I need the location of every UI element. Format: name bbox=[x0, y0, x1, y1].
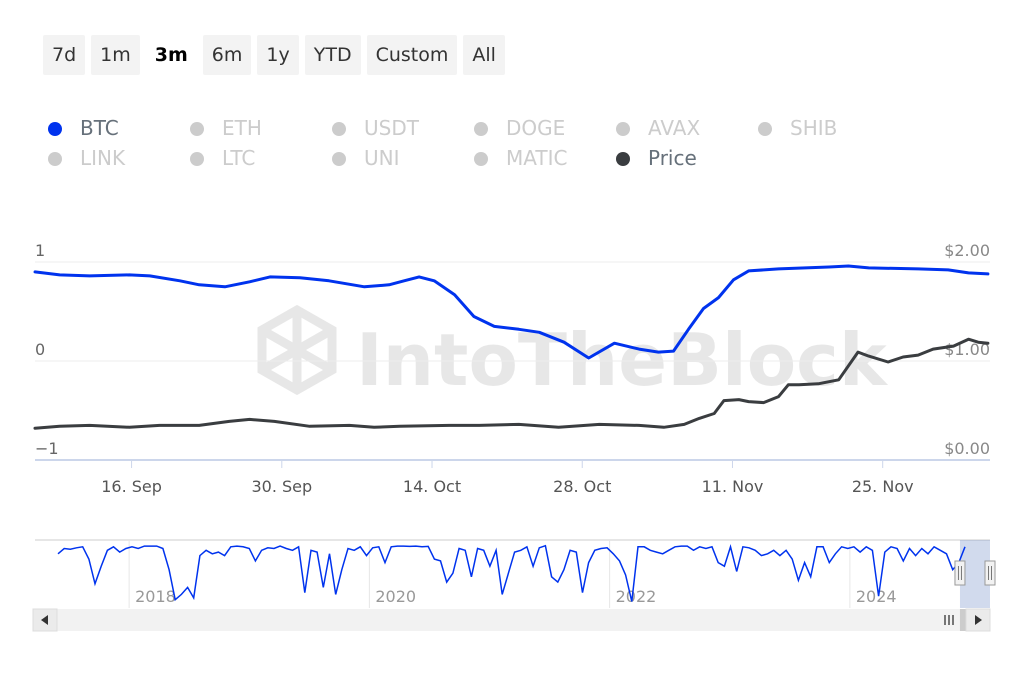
scroll-left-button[interactable] bbox=[32, 608, 58, 632]
scrollbar-track[interactable] bbox=[33, 609, 990, 631]
handle-grip-icon bbox=[954, 560, 966, 586]
watermark-logo-icon bbox=[257, 304, 337, 396]
y-right-tick-label: $0.00 bbox=[944, 439, 990, 458]
x-tick-label: 16. Sep bbox=[101, 477, 162, 496]
navigator-series-btc bbox=[57, 544, 966, 602]
y-left-tick-label: 1 bbox=[35, 241, 45, 260]
y-left-tick-label: −1 bbox=[35, 439, 59, 458]
x-tick-label: 14. Oct bbox=[403, 477, 461, 496]
x-tick-label: 25. Nov bbox=[852, 477, 914, 496]
navigator-handle-left[interactable] bbox=[954, 560, 966, 586]
watermark-text: IntoTheBlock bbox=[356, 318, 889, 402]
y-right-tick-label: $2.00 bbox=[944, 241, 990, 260]
x-tick-label: 30. Sep bbox=[251, 477, 312, 496]
chart: IntoTheBlock 10−1 $2.00$1.00$0.00 16. Se… bbox=[32, 241, 996, 632]
y-left-tick-label: 0 bbox=[35, 340, 45, 359]
x-axis: 16. Sep 30. Sep 14. Oct 28. Oct 11. Nov 25. N… bbox=[101, 460, 914, 496]
navigator[interactable]: 2018 2020 2022 2024 bbox=[35, 539, 996, 608]
navigator-handle-right[interactable] bbox=[984, 560, 996, 586]
x-tick-label: 11. Nov bbox=[702, 477, 764, 496]
navigator-tick-label: 2018 bbox=[135, 587, 176, 606]
navigator-tick-label: 2024 bbox=[856, 587, 897, 606]
watermark: IntoTheBlock bbox=[257, 304, 889, 402]
grid bbox=[35, 261, 990, 461]
scrollbar[interactable] bbox=[32, 608, 991, 632]
navigator-tick-label: 2020 bbox=[375, 587, 416, 606]
x-tick-label: 28. Oct bbox=[553, 477, 611, 496]
navigator-tick-label: 2022 bbox=[616, 587, 657, 606]
scroll-right-button[interactable] bbox=[965, 608, 991, 632]
handle-grip-icon bbox=[984, 560, 996, 586]
